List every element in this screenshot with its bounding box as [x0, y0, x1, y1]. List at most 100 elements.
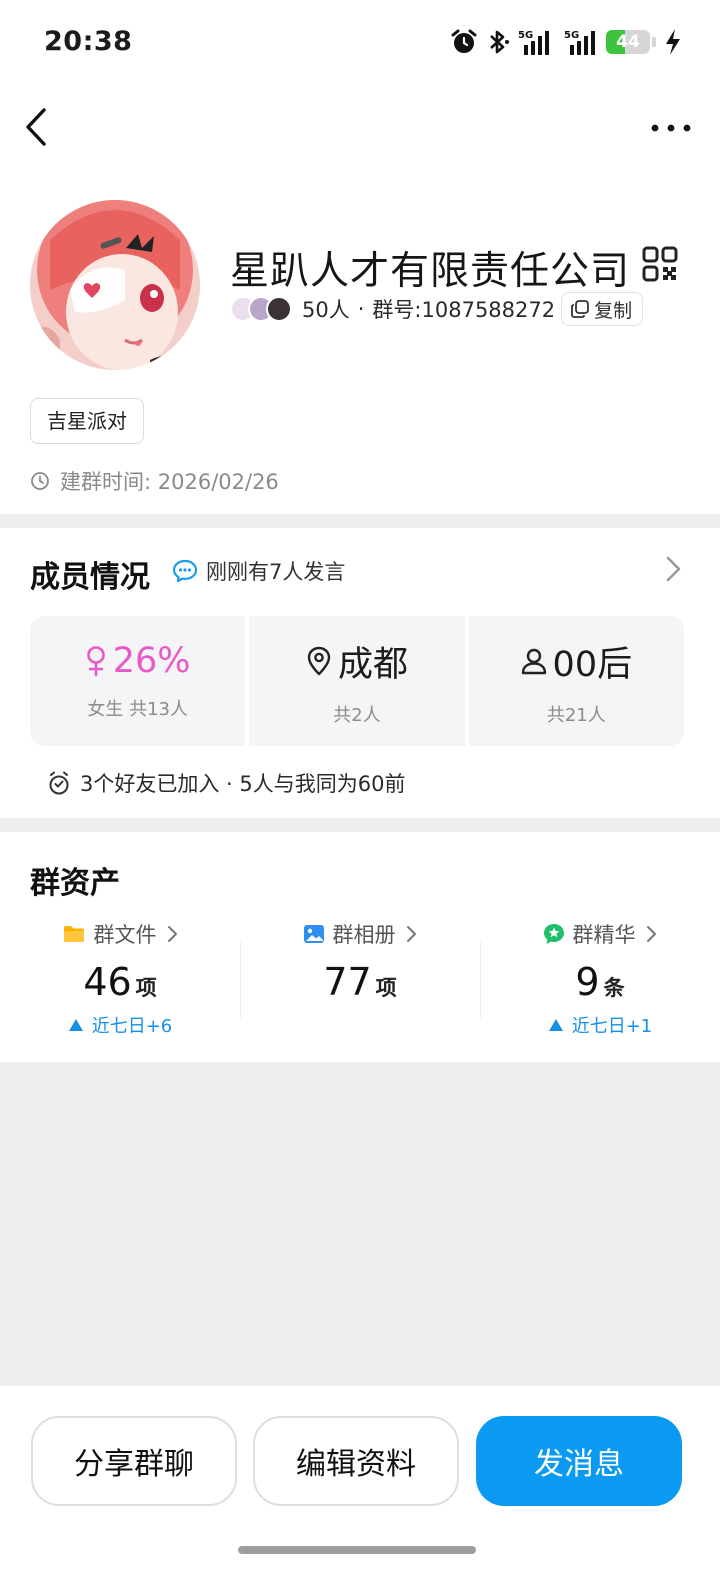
- signal-5g-icon-2: 5G: [560, 27, 598, 57]
- assets-section-title: 群资产: [30, 866, 120, 901]
- qr-code-button[interactable]: [642, 246, 678, 282]
- stat-sub-location: 共2人: [333, 704, 381, 726]
- stat-box-gender[interactable]: 26% 女生 共13人: [30, 616, 246, 746]
- edit-profile-button[interactable]: 编辑资料: [253, 1416, 459, 1506]
- friends-timer-icon: [49, 771, 69, 795]
- asset-essence-trend-text: 近七日+1: [571, 1016, 653, 1037]
- anime-avatar-image: [30, 200, 200, 370]
- asset-columns: 群文件 46 项 近七日+6 群相册 77 项 群精华 9 条 近七日+1: [0, 912, 720, 1052]
- copy-label: 复制: [594, 299, 633, 322]
- group-avatar[interactable]: [30, 200, 200, 370]
- copy-icon: [571, 300, 590, 318]
- asset-files-unit: 项: [135, 976, 157, 1000]
- asset-essence-header: 群精华: [543, 912, 658, 956]
- clock-icon: [31, 472, 49, 490]
- chevron-left-icon: [26, 108, 46, 146]
- group-profile-card: 星趴人才有限责任公司 50人 · 群号:1087588272 复制 吉星派对 建…: [0, 174, 720, 514]
- stat-main-age: 00后: [521, 636, 633, 687]
- charging-bolt-icon: [664, 28, 682, 56]
- copy-group-id-button[interactable]: 复制: [561, 292, 644, 326]
- star-badge-icon: [543, 924, 564, 944]
- status-time: 20:38: [44, 26, 133, 57]
- stat-sub-gender: 女生 共13人: [87, 699, 188, 720]
- asset-essence-label: 群精华: [572, 923, 636, 947]
- asset-essence-trend: 近七日+1: [548, 1012, 653, 1038]
- asset-album-number: 77: [323, 960, 372, 1004]
- person-icon: [521, 648, 546, 675]
- created-date: 建群时间: 2026/02/26: [60, 470, 279, 494]
- folder-icon: [63, 926, 84, 942]
- asset-essence-count: 9 条: [575, 960, 624, 1004]
- member-stats: 26% 女生 共13人 成都 共2人 00后 共21人: [30, 616, 684, 746]
- trend-up-icon: [548, 1019, 563, 1031]
- group-tag[interactable]: 吉星派对: [30, 398, 144, 444]
- bottom-action-bar: 分享群聊 编辑资料 发消息: [0, 1386, 720, 1584]
- alarm-icon: [450, 28, 478, 56]
- status-icons: 5G 5G 44: [450, 24, 682, 60]
- stat-main-gender: 26%: [85, 641, 191, 681]
- chevron-right-icon: [406, 926, 416, 942]
- female-percent: 26%: [112, 641, 191, 681]
- chat-bubble-icon: [172, 559, 198, 583]
- more-button[interactable]: [648, 110, 694, 146]
- group-assets-card: 群资产 群文件 46 项 近七日+6 群相册 77 项 群精华 9 条 近七日+…: [0, 832, 720, 1062]
- recent-activity-text: 刚刚有7人发言: [206, 560, 346, 584]
- nav-bar: [0, 84, 720, 174]
- battery-tip: [652, 37, 656, 47]
- group-meta-row: 50人 · 群号:1087588272 复制: [230, 290, 644, 328]
- home-indicator[interactable]: [238, 1546, 476, 1554]
- bluetooth-icon: [486, 28, 510, 56]
- more-dots-icon: [651, 124, 691, 132]
- asset-files-number: 46: [83, 960, 132, 1004]
- status-bar: 20:38 5G 5G 44: [0, 0, 720, 84]
- asset-album-count: 77 项: [323, 960, 396, 1004]
- chevron-right-icon: [666, 556, 681, 582]
- group-id: 群号:1087588272: [372, 298, 556, 322]
- asset-files-label: 群文件: [93, 923, 157, 947]
- back-button[interactable]: [18, 104, 58, 150]
- female-icon: [86, 646, 105, 677]
- member-detail-arrow[interactable]: [662, 554, 684, 584]
- trend-up-icon: [68, 1019, 83, 1031]
- group-profile-screen: 20:38 5G 5G 44 星趴人才有限责任公司 50人 · 群号:10875…: [0, 0, 720, 1584]
- battery-level: 44: [616, 32, 640, 52]
- chevron-right-icon: [167, 926, 177, 942]
- member-avatar: [266, 296, 292, 322]
- top-location: 成都: [337, 644, 408, 685]
- asset-essence[interactable]: 群精华 9 条 近七日+1: [480, 912, 720, 1052]
- stat-sub-age: 共21人: [546, 704, 606, 726]
- asset-files-trend: 近七日+6: [68, 1012, 173, 1038]
- asset-files-header: 群文件: [62, 912, 179, 956]
- share-group-button[interactable]: 分享群聊: [31, 1416, 237, 1506]
- asset-files[interactable]: 群文件 46 项 近七日+6: [0, 912, 240, 1052]
- recent-activity: 刚刚有7人发言: [172, 556, 345, 586]
- signal-5g-icon: 5G: [518, 27, 552, 57]
- member-overview-card[interactable]: 成员情况 刚刚有7人发言 26% 女生 共13人 成都 共2人 00后 共21人…: [0, 528, 720, 818]
- member-count: 50人: [302, 298, 350, 322]
- svg-text:5G: 5G: [518, 30, 533, 41]
- asset-album[interactable]: 群相册 77 项: [240, 912, 480, 1052]
- image-icon: [303, 925, 324, 943]
- asset-album-label: 群相册: [332, 923, 396, 947]
- asset-files-count: 46 项: [83, 960, 156, 1004]
- location-pin-icon: [307, 646, 331, 676]
- member-avatar-stack[interactable]: [230, 296, 292, 322]
- group-name: 星趴人才有限责任公司: [230, 249, 631, 294]
- qr-code-icon: [642, 246, 678, 282]
- asset-files-trend-text: 近七日+6: [91, 1016, 173, 1037]
- meta-separator: ·: [357, 297, 365, 321]
- asset-album-unit: 项: [375, 976, 397, 1000]
- stat-box-age[interactable]: 00后 共21人: [468, 616, 684, 746]
- stat-box-location[interactable]: 成都 共2人: [249, 616, 465, 746]
- friends-note: 3个好友已加入 · 5人与我同为60前: [80, 772, 406, 796]
- asset-album-header: 群相册: [303, 912, 418, 956]
- svg-text:5G: 5G: [564, 30, 579, 41]
- asset-essence-unit: 条: [603, 976, 625, 1000]
- send-message-button[interactable]: 发消息: [476, 1416, 682, 1506]
- top-age-group: 00后: [552, 644, 633, 685]
- battery-indicator: 44: [606, 30, 650, 54]
- chevron-right-icon: [646, 926, 656, 942]
- stat-main-location: 成都: [306, 636, 408, 687]
- asset-essence-number: 9: [575, 960, 600, 1004]
- friends-note-row: 3个好友已加入 · 5人与我同为60前: [48, 768, 405, 798]
